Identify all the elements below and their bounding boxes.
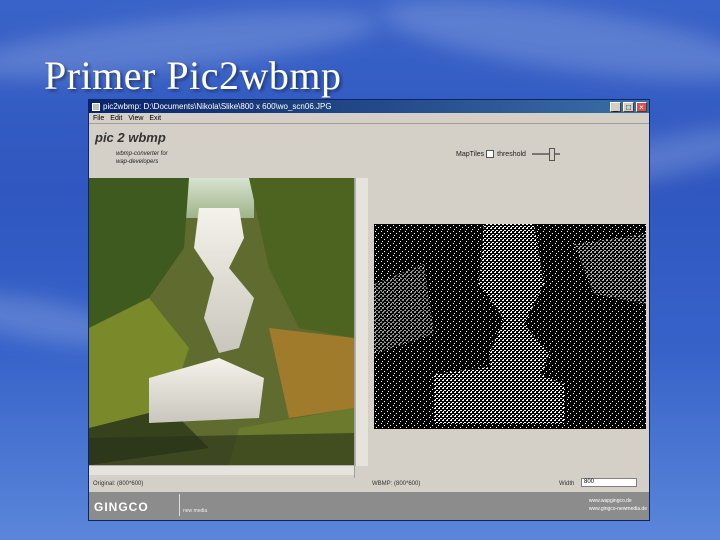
- minimize-button[interactable]: _: [610, 101, 621, 112]
- threshold-slider-thumb[interactable]: [548, 148, 555, 161]
- original-size-status: Original: (800*600): [93, 481, 144, 487]
- width-input[interactable]: 800: [581, 478, 637, 487]
- menu-exit[interactable]: Exit: [149, 115, 161, 122]
- footer-tagline: new media: [183, 508, 208, 514]
- app-logo: pic 2 wbmp: [95, 130, 166, 145]
- app-subtitle: wbmp-converter for wap-developers: [116, 151, 168, 165]
- window-titlebar[interactable]: pic2wbmp: D:\Documents\Nikola\Slike\800 …: [89, 100, 649, 113]
- wbmp-size-status: WBMP: (800*600): [372, 481, 421, 487]
- vertical-scrollbar[interactable]: [355, 178, 368, 466]
- close-button[interactable]: ×: [636, 101, 647, 112]
- horizontal-scrollbar[interactable]: [89, 465, 354, 475]
- gingco-logo: GINGCO: [94, 500, 149, 514]
- threshold-control: MapTiles threshold: [456, 148, 560, 161]
- menu-view[interactable]: View: [128, 115, 143, 122]
- menu-edit[interactable]: Edit: [110, 115, 122, 122]
- menu-bar: File Edit View Exit: [89, 113, 649, 124]
- app-header: pic 2 wbmp wbmp-converter for wap-develo…: [89, 124, 649, 180]
- width-label: Width: [559, 481, 575, 487]
- footer-divider: [179, 494, 180, 516]
- maximize-button[interactable]: □: [623, 101, 634, 112]
- threshold-label: threshold: [497, 150, 526, 158]
- threshold-checkbox-label: MapTiles: [456, 150, 485, 158]
- threshold-checkbox[interactable]: [486, 150, 495, 158]
- app-window: pic2wbmp: D:\Documents\Nikola\Slike\800 …: [88, 99, 650, 521]
- app-icon: [92, 102, 100, 111]
- threshold-slider[interactable]: [531, 148, 560, 161]
- app-footer: GINGCO new media www.wapgingco.de www.gi…: [89, 492, 649, 520]
- footer-links[interactable]: www.wapgingco.de www.gingco-newmedia.de: [589, 497, 647, 513]
- window-title: pic2wbmp: D:\Documents\Nikola\Slike\800 …: [103, 102, 332, 111]
- slide-title: Primer Pic2wbmp: [44, 53, 342, 98]
- menu-file[interactable]: File: [93, 115, 104, 122]
- wbmp-image-pane: [368, 178, 649, 478]
- original-image-pane: [89, 178, 355, 478]
- waterfall-photo: [89, 178, 354, 465]
- wbmp-preview-image: [374, 224, 646, 429]
